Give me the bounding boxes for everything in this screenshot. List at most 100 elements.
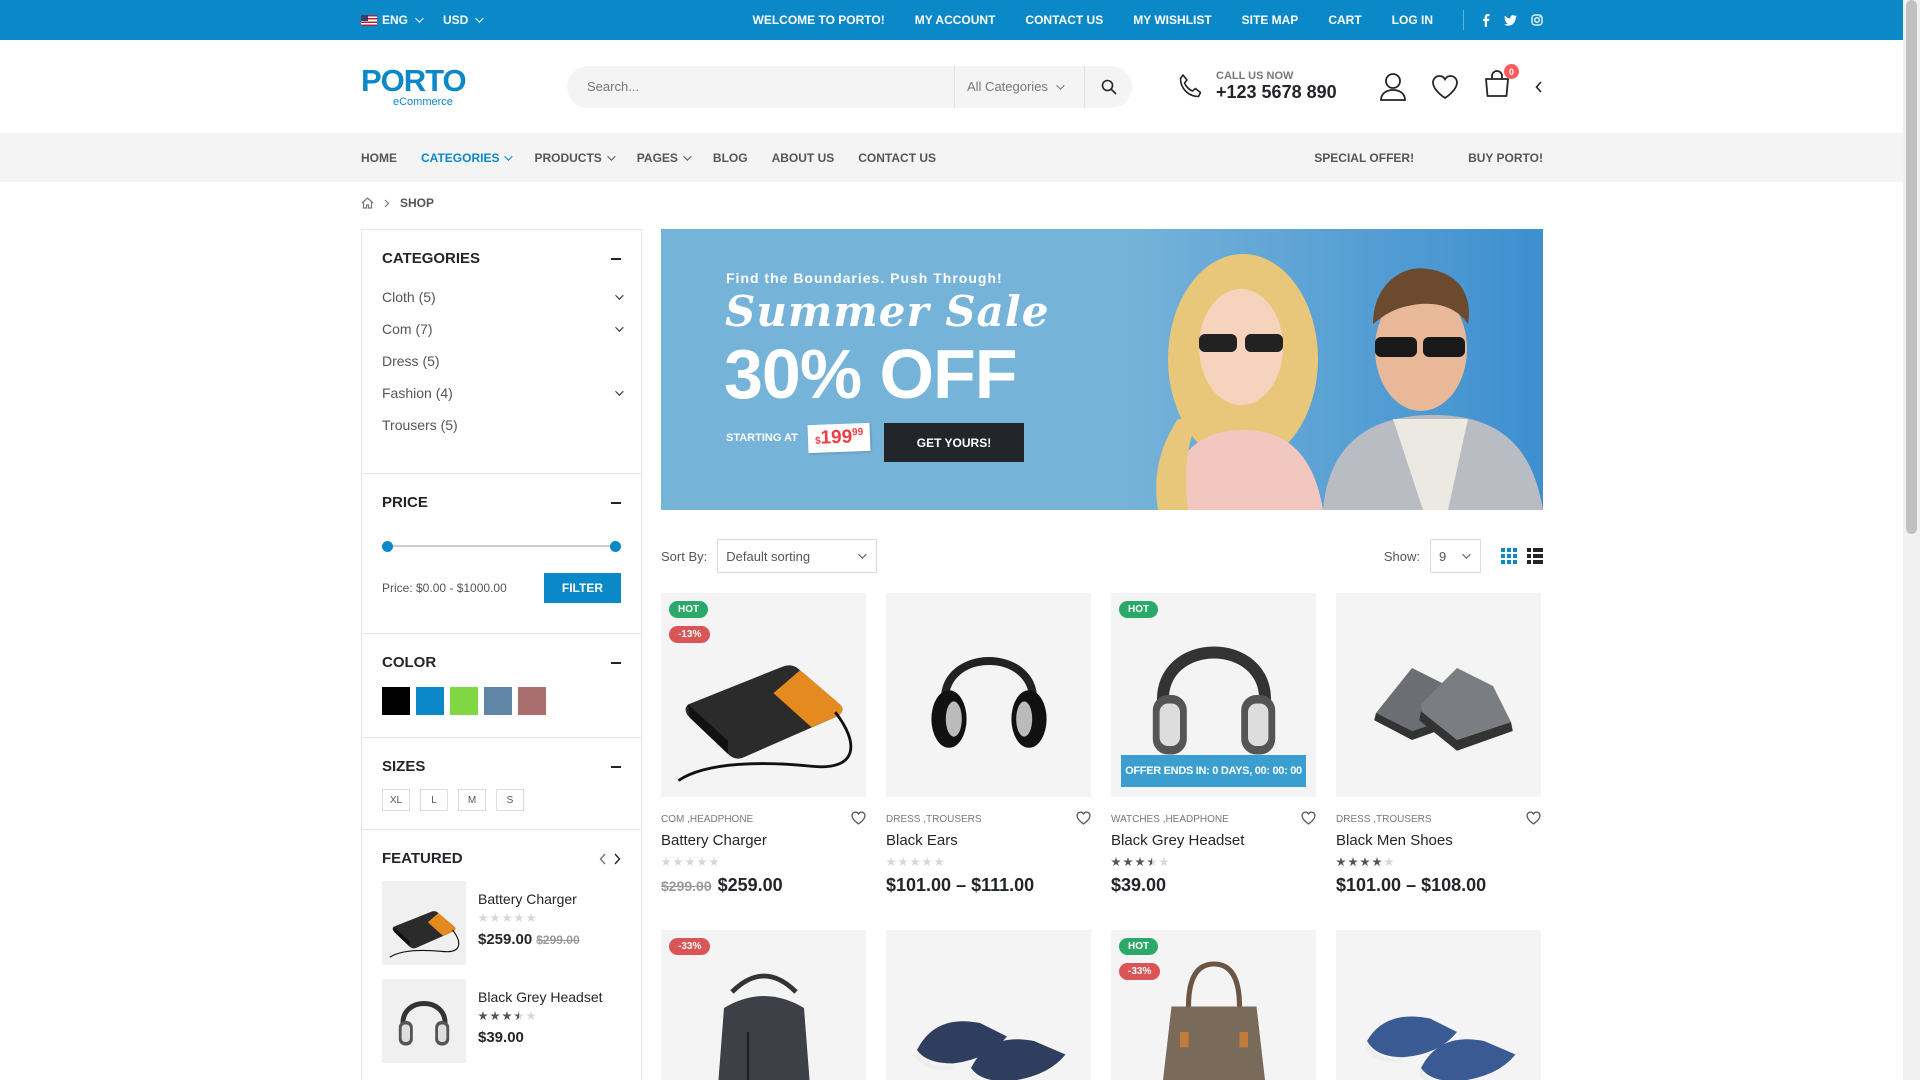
category-select[interactable]: All Categories — [954, 65, 1084, 108]
featured-item[interactable]: Battery Charger $259.00 $299.00 — [382, 881, 621, 965]
color-swatch[interactable] — [416, 687, 444, 715]
product-category-links[interactable]: DRESS ,TROUSERS — [886, 814, 982, 825]
category-item[interactable]: Fashion (4) — [382, 377, 624, 409]
price-slider-min-handle[interactable] — [382, 541, 393, 552]
instagram-icon[interactable] — [1531, 14, 1543, 26]
product-category-links[interactable]: COM ,HEADPHONE — [661, 814, 753, 825]
product-name[interactable]: Battery Charger — [661, 832, 866, 849]
summer-sale-banner[interactable]: Find the Boundaries. Push Through! Summe… — [661, 229, 1543, 510]
product-category-links[interactable]: WATCHES ,HEADPHONE — [1111, 814, 1229, 825]
product-card[interactable]: -33% — [661, 930, 866, 1080]
featured-thumbnail[interactable] — [382, 881, 466, 965]
product-name[interactable]: Black Grey Headset — [1111, 832, 1316, 849]
price-slider[interactable] — [382, 541, 621, 552]
product-image[interactable] — [886, 593, 1091, 797]
my-account-link[interactable]: MY ACCOUNT — [915, 13, 996, 27]
featured-name[interactable]: Battery Charger — [478, 891, 580, 907]
product-card[interactable]: HOT OFFER ENDS IN: 0 DAYS, 00: 00: 00 WATC… — [1111, 593, 1316, 896]
language-switcher[interactable]: ENG — [361, 13, 424, 27]
cart-button[interactable]: 0 — [1483, 64, 1519, 103]
chevron-down-icon[interactable] — [615, 387, 624, 396]
search-button[interactable] — [1084, 65, 1132, 108]
chevron-down-icon[interactable] — [615, 323, 624, 332]
category-item[interactable]: Com (7) — [382, 313, 624, 345]
twitter-icon[interactable] — [1504, 14, 1517, 26]
product-card[interactable]: HOT -13% COM ,HEADPHONE Battery Charger $299… — [661, 593, 866, 896]
product-category-links[interactable]: DRESS ,TROUSERS — [1336, 814, 1432, 825]
wishlist-heart-icon[interactable] — [851, 811, 866, 828]
my-wishlist-link[interactable]: MY WISHLIST — [1133, 13, 1211, 27]
product-image[interactable]: HOT OFFER ENDS IN: 0 DAYS, 00: 00: 00 — [1111, 593, 1316, 797]
contact-us-link[interactable]: CONTACT US — [1025, 13, 1103, 27]
categories-widget: CATEGORIES Cloth (5) Com (7) Dress (5) Fash… — [362, 230, 641, 474]
special-offer-link[interactable]: SPECIAL OFFER! — [1314, 151, 1414, 165]
color-swatch[interactable] — [382, 687, 410, 715]
logo[interactable]: PORTO eCommerce — [361, 65, 467, 108]
product-image[interactable] — [1336, 593, 1541, 797]
product-image[interactable]: HOT -33% — [1111, 930, 1316, 1080]
widget-header[interactable]: SIZES — [382, 758, 621, 775]
product-name[interactable]: Black Ears — [886, 832, 1091, 849]
featured-name[interactable]: Black Grey Headset — [478, 989, 603, 1005]
wishlist-heart-icon[interactable] — [1431, 74, 1459, 100]
page-scrollbar[interactable] — [1903, 0, 1920, 1080]
filter-button[interactable]: FILTER — [543, 573, 621, 603]
log-in-link[interactable]: LOG IN — [1392, 13, 1433, 27]
category-item[interactable]: Cloth (5) — [382, 281, 624, 313]
product-name[interactable]: Black Men Shoes — [1336, 832, 1541, 849]
wishlist-heart-icon[interactable] — [1526, 811, 1541, 828]
product-image[interactable] — [886, 930, 1091, 1080]
chevron-down-icon[interactable] — [615, 291, 624, 300]
grid-view-icon[interactable] — [1501, 548, 1517, 564]
size-option[interactable]: S — [496, 789, 524, 811]
product-card[interactable] — [886, 930, 1091, 1080]
product-card[interactable] — [1336, 930, 1541, 1080]
show-count-select[interactable]: 9 — [1430, 539, 1481, 573]
sort-select[interactable]: Default sorting — [717, 539, 878, 573]
home-icon[interactable] — [361, 197, 374, 209]
category-item[interactable]: Dress (5) — [382, 345, 621, 377]
product-card[interactable]: HOT -33% — [1111, 930, 1316, 1080]
wishlist-heart-icon[interactable] — [1076, 811, 1091, 828]
product-card[interactable]: DRESS ,TROUSERS Black Men Shoes $101.00 – … — [1336, 593, 1541, 896]
widget-header[interactable]: COLOR — [382, 654, 621, 671]
size-option[interactable]: M — [458, 789, 486, 811]
nav-products[interactable]: PRODUCTS — [534, 151, 616, 165]
featured-thumbnail[interactable] — [382, 979, 466, 1063]
price-slider-max-handle[interactable] — [610, 541, 621, 552]
currency-switcher[interactable]: USD — [443, 13, 485, 27]
chevron-left-icon[interactable] — [1535, 80, 1543, 93]
nav-about-us[interactable]: ABOUT US — [772, 151, 835, 165]
scrollbar-thumb[interactable] — [1906, 0, 1917, 534]
product-image[interactable]: HOT -13% — [661, 593, 866, 797]
widget-header[interactable]: CATEGORIES — [382, 250, 621, 267]
chevron-left-icon[interactable] — [599, 853, 607, 865]
nav-blog[interactable]: BLOG — [713, 151, 748, 165]
color-swatch[interactable] — [518, 687, 546, 715]
facebook-icon[interactable] — [1482, 13, 1490, 27]
buy-porto-link[interactable]: BUY PORTO! — [1468, 151, 1543, 165]
cart-link[interactable]: CART — [1328, 13, 1361, 27]
nav-home[interactable]: HOME — [361, 151, 397, 165]
wishlist-heart-icon[interactable] — [1301, 811, 1316, 828]
widget-header[interactable]: PRICE — [382, 494, 621, 511]
product-image[interactable]: -33% — [661, 930, 866, 1080]
size-option[interactable]: XL — [382, 789, 410, 811]
color-swatch[interactable] — [450, 687, 478, 715]
product-image[interactable] — [1336, 930, 1541, 1080]
size-option[interactable]: L — [420, 789, 448, 811]
call-number[interactable]: +123 5678 890 — [1216, 82, 1337, 103]
featured-item[interactable]: Black Grey Headset $39.00 — [382, 979, 621, 1063]
list-view-icon[interactable] — [1527, 548, 1543, 564]
site-map-link[interactable]: SITE MAP — [1242, 13, 1299, 27]
category-item[interactable]: Trousers (5) — [382, 409, 621, 441]
user-icon[interactable] — [1379, 72, 1407, 101]
nav-contact-us[interactable]: CONTACT US — [858, 151, 936, 165]
product-card[interactable]: DRESS ,TROUSERS Black Ears $101.00 – $111.… — [886, 593, 1091, 896]
search-input[interactable] — [567, 65, 954, 108]
color-swatch[interactable] — [484, 687, 512, 715]
nav-categories[interactable]: CATEGORIES — [421, 151, 514, 165]
nav-pages[interactable]: PAGES — [637, 151, 692, 165]
chevron-right-icon[interactable] — [613, 853, 621, 865]
get-yours-button[interactable]: GET YOURS! — [884, 423, 1024, 462]
